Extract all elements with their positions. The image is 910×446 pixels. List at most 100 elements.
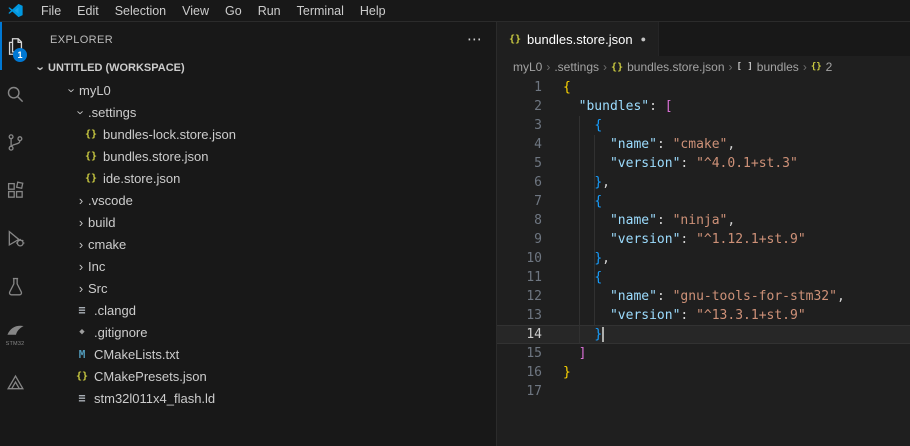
menu-bar: FileEditSelectionViewGoRunTerminalHelp [33,0,394,21]
tree-item-cmakelists.txt[interactable]: MCMakeLists.txt [30,343,496,365]
tree-item-cmake[interactable]: ›cmake [30,233,496,255]
line-content: } [542,363,571,382]
title-bar: FileEditSelectionViewGoRunTerminalHelp [0,0,910,22]
tab-bundles-store-json[interactable]: {} bundles.store.json ● [497,22,659,56]
code-token: ] [579,346,587,361]
tree-item-.settings[interactable]: ›.settings [30,101,496,123]
code-token: "^13.3.1+st.9" [696,308,806,323]
line-content: "version": "^13.3.1+st.9" [542,306,806,325]
tree-item-label: myL0 [79,83,111,98]
json-file-icon: {} [83,129,99,140]
line-number: 7 [497,192,542,211]
activity-item-testing[interactable] [0,262,30,310]
tree-item-bundles.store.json[interactable]: {}bundles.store.json [30,145,496,167]
chevron-right-icon: › [803,60,807,74]
code-line[interactable]: 4 "name": "cmake", [497,135,910,154]
tree-item-cmakepresets.json[interactable]: {}CMakePresets.json [30,365,496,387]
line-number: 16 [497,363,542,382]
activity-bar: 1 [0,22,30,446]
menu-file[interactable]: File [33,2,69,20]
code-line[interactable]: 5 "version": "^4.0.1+st.3" [497,154,910,173]
line-content: ] [542,344,586,363]
activity-item-st-tool[interactable] [0,358,30,406]
code-line[interactable]: 11 { [497,268,910,287]
code-line[interactable]: 15 ] [497,344,910,363]
activity-item-search[interactable] [0,70,30,118]
line-content: "version": "^4.0.1+st.3" [542,154,798,173]
chevron-right-icon: › [74,193,88,208]
breadcrumb-item-bundles.store.json[interactable]: {}bundles.store.json [611,60,724,74]
code-line[interactable]: 12 "name": "gnu-tools-for-stm32", [497,287,910,306]
menu-selection[interactable]: Selection [107,2,174,20]
tree-item-ide.store.json[interactable]: {}ide.store.json [30,167,496,189]
code-line[interactable]: 13 "version": "^13.3.1+st.9" [497,306,910,325]
tree-item-myl0[interactable]: ›myL0 [30,79,496,101]
menu-go[interactable]: Go [217,2,250,20]
stm32-bird-icon [6,321,25,340]
text-cursor [602,327,604,342]
object-symbol-icon: {} [811,62,822,72]
breadcrumb-label: .settings [554,60,599,74]
code-token: "cmake" [673,137,728,152]
more-actions-button[interactable]: ⋯ [467,32,482,47]
breadcrumb-item-bundles[interactable]: [ ]bundles [737,60,799,74]
code-token: "gnu-tools-for-stm32" [673,289,837,304]
line-content: "bundles": [ [542,97,673,116]
code-line[interactable]: 8 "name": "ninja", [497,211,910,230]
line-number: 12 [497,287,542,306]
code-token: } [594,175,602,190]
tree-item-.gitignore[interactable]: ◆.gitignore [30,321,496,343]
breadcrumb-item-myl0[interactable]: myL0 [513,60,542,74]
tree-item-label: CMakeLists.txt [94,347,179,362]
tree-item-label: .clangd [94,303,136,318]
menu-edit[interactable]: Edit [69,2,107,20]
code-token: "name" [610,137,657,152]
code-token [563,137,610,152]
activity-item-stm32[interactable]: STM32 [0,310,30,358]
code-line[interactable]: 16} [497,363,910,382]
activity-item-explorer[interactable]: 1 [0,22,30,70]
modified-dot-icon[interactable]: ● [641,34,646,44]
code-token: "version" [610,308,680,323]
text-file-icon: ≡ [74,303,90,317]
chevron-right-icon: › [603,60,607,74]
menu-run[interactable]: Run [250,2,289,20]
json-symbol-icon: {} [611,62,623,73]
tree-item-stm32l011x4_flash.ld[interactable]: ≡stm32l011x4_flash.ld [30,387,496,409]
code-token: "^4.0.1+st.3" [696,156,798,171]
code-token [563,270,594,285]
code-token: , [727,213,735,228]
breadcrumb: myL0›.settings›{}bundles.store.json›[ ]b… [497,56,910,78]
breadcrumb-item-.settings[interactable]: .settings [554,60,599,74]
line-number: 4 [497,135,542,154]
line-content: "name": "gnu-tools-for-stm32", [542,287,845,306]
code-token: "^1.12.1+st.9" [696,232,806,247]
activity-item-run-debug[interactable] [0,214,30,262]
tree-item-src[interactable]: ›Src [30,277,496,299]
code-line[interactable]: 10 }, [497,249,910,268]
tree-item-.clangd[interactable]: ≡ .clangd [30,299,496,321]
code-line[interactable]: 9 "version": "^1.12.1+st.9" [497,230,910,249]
code-line[interactable]: 17 [497,382,910,401]
menu-view[interactable]: View [174,2,217,20]
workspace-header[interactable]: › UNTITLED (WORKSPACE) [30,57,496,79]
menu-help[interactable]: Help [352,2,394,20]
code-line[interactable]: 6 }, [497,173,910,192]
tree-item-bundles-lock.store.json[interactable]: {}bundles-lock.store.json [30,123,496,145]
code-area[interactable]: 1{2 "bundles": [3 {4 "name": "cmake",5 "… [497,78,910,446]
code-line[interactable]: 14 } [497,325,910,344]
code-line[interactable]: 2 "bundles": [ [497,97,910,116]
line-number: 3 [497,116,542,135]
chevron-right-icon: › [74,259,88,274]
code-line[interactable]: 7 { [497,192,910,211]
activity-item-extensions[interactable] [0,166,30,214]
activity-item-source-control[interactable] [0,118,30,166]
code-line[interactable]: 1{ [497,78,910,97]
tree-item-inc[interactable]: ›Inc [30,255,496,277]
tree-item-.vscode[interactable]: ›.vscode [30,189,496,211]
menu-terminal[interactable]: Terminal [289,2,352,20]
breadcrumb-item-2[interactable]: {}2 [811,60,833,74]
line-content: { [542,116,602,135]
tree-item-build[interactable]: ›build [30,211,496,233]
code-line[interactable]: 3 { [497,116,910,135]
